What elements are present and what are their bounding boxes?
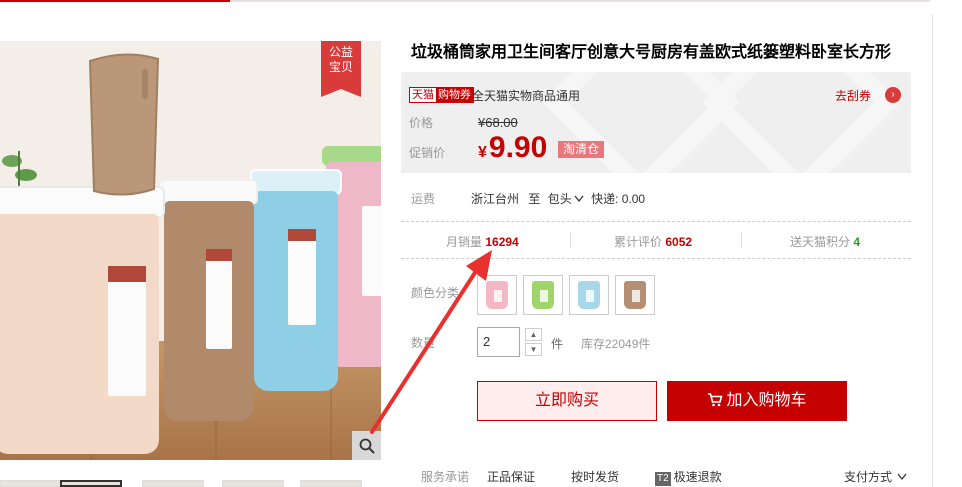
express-fee: 快递: 0.00 (591, 192, 646, 206)
voucher-tag-text: 购物券 (436, 88, 473, 102)
ship-destination-select[interactable]: 包头 (548, 192, 584, 206)
swatch-image (624, 281, 646, 309)
chevron-down-icon (574, 195, 584, 203)
payment-methods-dropdown[interactable]: 支付方式 (844, 468, 907, 485)
currency-symbol: ¥ (478, 144, 487, 161)
quantity-decrease-button[interactable]: ▼ (525, 343, 542, 356)
chevron-down-icon (897, 473, 907, 481)
service-on-time-delivery[interactable]: 按时发货 (571, 468, 619, 485)
thumbnail-active[interactable] (60, 480, 122, 487)
thumbnail[interactable] (142, 480, 204, 487)
tmall-tag-text: 天猫 (410, 88, 436, 102)
service-label: 服务承诺 (421, 470, 470, 484)
swatch-image (532, 281, 554, 309)
tmall-voucher-tag: 天猫 购物券 (409, 87, 474, 103)
swatch-image (578, 281, 600, 309)
add-to-cart-label: 加入购物车 (726, 392, 807, 409)
quantity-label: 数量 (411, 336, 436, 350)
magnifier-icon (359, 438, 375, 454)
dashed-divider (401, 221, 911, 222)
badge-line-2: 宝贝 (328, 60, 353, 74)
voucher-description: 全天猫实物商品通用 (472, 89, 581, 103)
tmall-points: 送天猫积分 4 (790, 233, 860, 250)
quantity-unit: 件 (551, 337, 564, 351)
t2-icon: T2 (655, 472, 671, 486)
service-authentic[interactable]: 正品保证 (487, 468, 535, 485)
color-swatch-green[interactable] (523, 275, 563, 315)
promo-price-value: 9.90 (488, 131, 548, 164)
thumbnail-strip (0, 480, 381, 487)
stat-separator (741, 233, 742, 247)
quantity-increase-button[interactable]: ▲ (525, 328, 542, 341)
stat-separator (570, 233, 571, 247)
stock-count: 库存22049件 (581, 337, 651, 351)
ship-from: 浙江台州 (471, 192, 520, 206)
promo-price: ¥ 9.90 (478, 131, 547, 165)
price-panel: 天猫 购物券 全天猫实物商品通用 去刮券 › 价格 ¥68.00 促销价 ¥ 9… (401, 72, 911, 173)
product-title: 垃圾桶筒家用卫生间客厅创意大号厨房有盖欧式纸篓塑料卧室长方形 (411, 44, 892, 61)
thumbnail[interactable] (300, 480, 362, 487)
service-fast-refund[interactable]: T2 极速退款 (655, 468, 722, 486)
thumbnail[interactable] (222, 480, 284, 487)
price-label: 价格 (409, 116, 434, 130)
buy-now-button[interactable]: 立即购买 (477, 381, 657, 421)
fast-refund-label: 极速退款 (673, 470, 722, 484)
ship-destination: 包头 (547, 192, 572, 206)
review-count[interactable]: 累计评价 6052 (614, 233, 692, 250)
quantity-input[interactable]: 2 (477, 327, 520, 357)
shipping-label: 运费 (411, 192, 436, 206)
tmall-points-value: 4 (853, 235, 861, 249)
thumbnail[interactable] (0, 480, 62, 487)
tmall-points-label: 送天猫积分 (790, 235, 851, 249)
dashed-divider (401, 258, 911, 259)
clearance-tag: 淘清仓 (558, 141, 605, 158)
color-swatch-brown[interactable] (615, 275, 655, 315)
product-main-image[interactable]: 公益 宝贝 (0, 41, 381, 460)
top-divider-accent (0, 0, 230, 2)
shipping-route: 浙江台州 至 包头 快递: 0.00 (471, 190, 645, 207)
open-lid (88, 53, 160, 196)
promo-price-label: 促销价 (409, 146, 446, 160)
badge-line-1: 公益 (328, 45, 353, 59)
color-swatch-blue[interactable] (569, 275, 609, 315)
add-to-cart-button[interactable]: 加入购物车 (667, 381, 847, 421)
payment-methods-label: 支付方式 (844, 470, 893, 484)
color-option-label: 颜色分类 (411, 286, 460, 300)
scratch-coupon-link[interactable]: 去刮券 (835, 87, 871, 104)
monthly-sales-value: 16294 (485, 235, 519, 249)
monthly-sales: 月销量 16294 (446, 233, 519, 250)
color-swatch-pink[interactable] (477, 275, 517, 315)
cart-icon (708, 393, 724, 407)
charity-badge: 公益 宝贝 (321, 41, 361, 97)
swatch-image (486, 281, 508, 309)
monthly-sales-label: 月销量 (446, 235, 483, 249)
right-divider (932, 14, 933, 487)
review-count-value: 6052 (665, 235, 693, 249)
original-price: ¥68.00 (478, 115, 518, 130)
ship-to-word: 至 (528, 192, 541, 206)
zoom-button[interactable] (352, 431, 381, 460)
review-count-label: 累计评价 (614, 235, 663, 249)
chevron-right-icon[interactable]: › (885, 87, 901, 103)
